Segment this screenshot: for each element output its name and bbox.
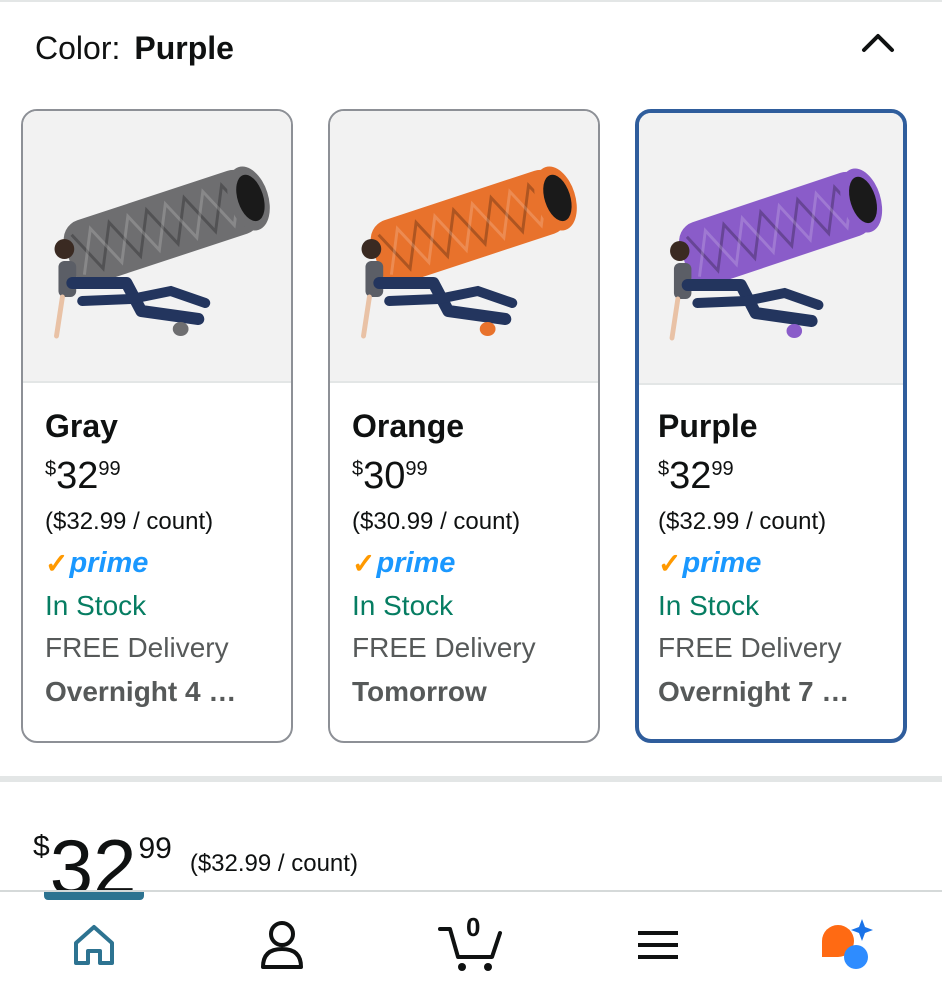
main-price-cents: 99 xyxy=(138,832,172,865)
option-name: Gray xyxy=(45,408,118,444)
product-image xyxy=(330,111,598,383)
nav-menu[interactable] xyxy=(618,910,698,980)
unit-price: ($32.99 / count) xyxy=(658,508,827,535)
color-label: Color: xyxy=(35,30,121,66)
nav-account[interactable] xyxy=(242,910,322,980)
prime-badge: ✓ prime xyxy=(352,544,588,582)
nav-home[interactable] xyxy=(54,910,134,980)
stock-status: In Stock xyxy=(352,590,454,621)
delivery-date: Tomorrow xyxy=(352,676,487,707)
collapse-button[interactable] xyxy=(858,24,898,64)
section-divider xyxy=(0,776,942,782)
option-price: $30 99 xyxy=(352,454,588,498)
color-option-gray[interactable]: Gray $32 99 ($32.99 / count) ✓ prime In Stock F… xyxy=(21,109,293,743)
price-symbol: $ xyxy=(658,458,670,480)
price-dollars: 30 xyxy=(363,455,406,497)
stock-status: In Stock xyxy=(45,590,147,621)
stock-status: In Stock xyxy=(658,590,760,621)
option-name: Orange xyxy=(352,408,465,444)
nav-cart[interactable]: 0 xyxy=(430,910,510,980)
cart-count: 0 xyxy=(466,912,481,942)
main-unit-price: ($32.99 / count) xyxy=(189,850,358,877)
product-image xyxy=(23,111,291,383)
prime-check-icon: ✓ xyxy=(658,547,682,579)
price-symbol: $ xyxy=(45,458,57,480)
selected-color-value: Purple xyxy=(134,30,234,66)
top-divider xyxy=(0,0,942,2)
color-header: Color: Purple xyxy=(35,30,234,67)
delivery-label: FREE Delivery xyxy=(658,632,842,663)
option-name: Purple xyxy=(658,408,758,444)
prime-check-icon: ✓ xyxy=(352,547,376,579)
main-price-symbol: $ xyxy=(33,830,50,863)
account-icon xyxy=(261,921,303,969)
prime-check-icon: ✓ xyxy=(45,547,69,579)
price-cents: 99 xyxy=(405,458,428,480)
menu-icon xyxy=(638,931,678,959)
color-option-purple[interactable]: Purple $32 99 ($32.99 / count) ✓ prime In Stoc… xyxy=(635,109,907,743)
price-cents: 99 xyxy=(98,458,121,480)
prime-wordmark: prime xyxy=(376,546,456,579)
prime-wordmark: prime xyxy=(69,546,149,579)
chevron-up-icon xyxy=(862,34,894,52)
delivery-label: FREE Delivery xyxy=(352,632,536,663)
product-image xyxy=(639,113,903,385)
color-option-orange[interactable]: Orange $30 99 ($30.99 / count) ✓ prime In Stoc… xyxy=(328,109,600,743)
prime-wordmark: prime xyxy=(682,546,762,579)
home-active-indicator xyxy=(44,892,144,900)
rufus-icon xyxy=(822,919,873,969)
delivery-date: Overnight 4 … xyxy=(45,676,237,707)
bottom-nav: 0 xyxy=(0,890,942,1002)
main-price: $ 32 99 ($32.99 / count) xyxy=(33,826,358,896)
delivery-date: Overnight 7 … xyxy=(658,676,850,707)
price-symbol: $ xyxy=(352,458,364,480)
main-price-dollars: 32 xyxy=(49,826,137,896)
prime-badge: ✓ prime xyxy=(45,544,281,582)
price-cents: 99 xyxy=(711,458,734,480)
home-icon xyxy=(74,925,114,965)
option-price: $32 99 xyxy=(45,454,281,498)
delivery-label: FREE Delivery xyxy=(45,632,229,663)
price-dollars: 32 xyxy=(669,455,712,497)
unit-price: ($30.99 / count) xyxy=(352,508,521,535)
unit-price: ($32.99 / count) xyxy=(45,508,214,535)
nav-rufus[interactable] xyxy=(806,910,886,980)
prime-badge: ✓ prime xyxy=(658,544,893,582)
price-dollars: 32 xyxy=(56,455,99,497)
option-price: $32 99 xyxy=(658,454,893,498)
